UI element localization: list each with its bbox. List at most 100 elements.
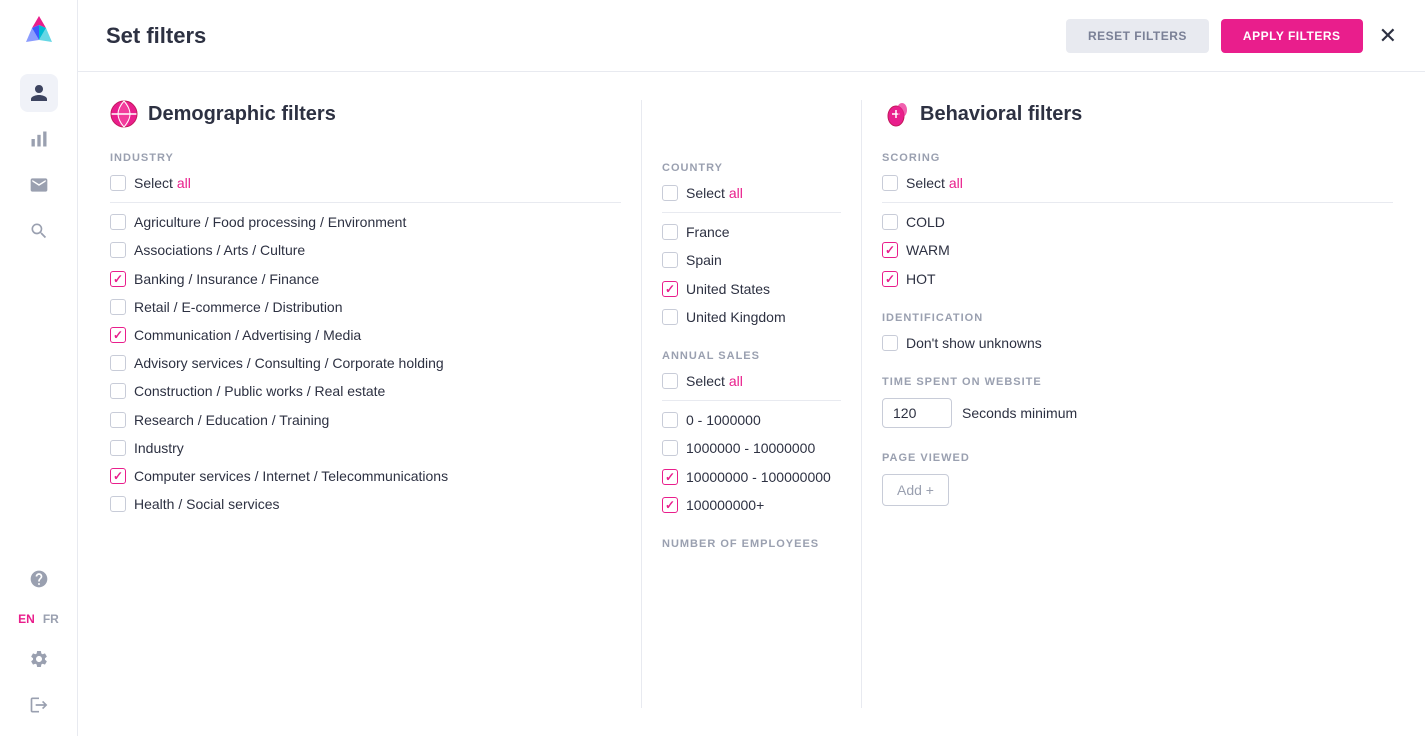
page-viewed-filter-group: PAGE VIEWED Add +: [882, 452, 1393, 506]
industry-checkbox-9[interactable]: [110, 468, 126, 484]
industry-item-10[interactable]: Health / Social services: [110, 495, 621, 513]
sidebar: EN FR: [0, 0, 78, 736]
scoring-checkbox-2[interactable]: [882, 271, 898, 287]
page-title: Set filters: [106, 23, 1066, 49]
country-select-all-checkbox[interactable]: [662, 185, 678, 201]
behavioral-title: Behavioral filters: [920, 103, 1082, 126]
scoring-item-0[interactable]: COLD: [882, 213, 1393, 231]
annual-sales-select-all-checkbox[interactable]: [662, 373, 678, 389]
industry-select-all-checkbox[interactable]: [110, 175, 126, 191]
industry-item-8[interactable]: Industry: [110, 439, 621, 457]
behavioral-header: Behavioral filters: [882, 100, 1393, 128]
identification-item-0[interactable]: Don't show unknowns: [882, 334, 1393, 352]
industry-checkbox-4[interactable]: [110, 327, 126, 343]
annual-sales-checkbox-3[interactable]: [662, 497, 678, 513]
industry-item-1[interactable]: Associations / Arts / Culture: [110, 241, 621, 259]
scoring-select-all-checkbox[interactable]: [882, 175, 898, 191]
annual-sales-checkbox-0[interactable]: [662, 412, 678, 428]
industry-item-2[interactable]: Banking / Insurance / Finance: [110, 270, 621, 288]
sidebar-item-help[interactable]: [20, 560, 58, 598]
annual-sales-item-0[interactable]: 0 - 1000000: [662, 411, 841, 429]
annual-sales-label: ANNUAL SALES: [662, 350, 841, 362]
language-switcher[interactable]: EN FR: [15, 610, 62, 628]
sidebar-item-settings[interactable]: [20, 640, 58, 678]
scoring-item-label-2: HOT: [906, 270, 936, 288]
sidebar-item-contact[interactable]: [20, 74, 58, 112]
sidebar-item-mail[interactable]: [20, 166, 58, 204]
industry-checkbox-2[interactable]: [110, 271, 126, 287]
industry-item-9[interactable]: Computer services / Internet / Telecommu…: [110, 467, 621, 485]
identification-label: IDENTIFICATION: [882, 312, 1393, 324]
industry-item-4[interactable]: Communication / Advertising / Media: [110, 326, 621, 344]
lang-en[interactable]: EN: [15, 610, 38, 628]
scoring-select-all[interactable]: Select all: [882, 174, 1393, 192]
industry-item-label-9: Computer services / Internet / Telecommu…: [134, 467, 448, 485]
country-item-0[interactable]: France: [662, 223, 841, 241]
industry-checkbox-6[interactable]: [110, 383, 126, 399]
industry-item-5[interactable]: Advisory services / Consulting / Corpora…: [110, 354, 621, 372]
annual-sales-checkbox-2[interactable]: [662, 469, 678, 485]
country-checkbox-0[interactable]: [662, 224, 678, 240]
country-select-all[interactable]: Select all: [662, 184, 841, 202]
time-spent-input[interactable]: [882, 398, 952, 428]
num-employees-label: NUMBER OF EMPLOYEES: [662, 538, 841, 550]
scoring-checkbox-0[interactable]: [882, 214, 898, 230]
scoring-item-2[interactable]: HOT: [882, 270, 1393, 288]
scoring-select-all-label: Select all: [906, 174, 963, 192]
annual-sales-item-label-2: 10000000 - 100000000: [686, 468, 831, 486]
industry-checkbox-5[interactable]: [110, 355, 126, 371]
page-viewed-add-button[interactable]: Add +: [882, 474, 949, 506]
industry-item-label-1: Associations / Arts / Culture: [134, 241, 305, 259]
scoring-checkbox-1[interactable]: [882, 242, 898, 258]
sidebar-item-logout[interactable]: [20, 686, 58, 724]
industry-checkbox-0[interactable]: [110, 214, 126, 230]
country-item-1[interactable]: Spain: [662, 251, 841, 269]
industry-item-3[interactable]: Retail / E-commerce / Distribution: [110, 298, 621, 316]
reset-filters-button[interactable]: RESET FILTERS: [1066, 19, 1209, 53]
sidebar-item-analytics[interactable]: [20, 120, 58, 158]
industry-checkbox-8[interactable]: [110, 440, 126, 456]
annual-sales-select-all[interactable]: Select all: [662, 372, 841, 390]
industry-checkbox-7[interactable]: [110, 412, 126, 428]
industry-item-label-2: Banking / Insurance / Finance: [134, 270, 319, 288]
country-item-2[interactable]: United States: [662, 280, 841, 298]
sidebar-item-search[interactable]: [20, 212, 58, 250]
scoring-label: SCORING: [882, 152, 1393, 164]
annual-sales-item-3[interactable]: 100000000+: [662, 496, 841, 514]
industry-item-6[interactable]: Construction / Public works / Real estat…: [110, 382, 621, 400]
scoring-item-1[interactable]: WARM: [882, 241, 1393, 259]
industry-checkbox-3[interactable]: [110, 299, 126, 315]
apply-filters-button[interactable]: APPLY FILTERS: [1221, 19, 1363, 53]
annual-sales-select-all-label: Select all: [686, 372, 743, 390]
app-logo[interactable]: [18, 12, 60, 54]
main-panel: Set filters RESET FILTERS APPLY FILTERS …: [78, 0, 1425, 736]
identification-checkbox-0[interactable]: [882, 335, 898, 351]
country-item-label-1: Spain: [686, 251, 722, 269]
country-checkbox-1[interactable]: [662, 252, 678, 268]
behavioral-section: Behavioral filters SCORING Select all CO…: [861, 100, 1393, 708]
annual-sales-item-2[interactable]: 10000000 - 100000000: [662, 468, 841, 486]
country-checkbox-3[interactable]: [662, 309, 678, 325]
country-checkbox-2[interactable]: [662, 281, 678, 297]
time-spent-label: TIME SPENT ON WEBSITE: [882, 376, 1393, 388]
industry-item-label-3: Retail / E-commerce / Distribution: [134, 298, 343, 316]
country-select-all-label: Select all: [686, 184, 743, 202]
annual-sales-item-1[interactable]: 1000000 - 10000000: [662, 439, 841, 457]
industry-item-0[interactable]: Agriculture / Food processing / Environm…: [110, 213, 621, 231]
industry-select-all[interactable]: Select all: [110, 174, 621, 192]
country-section: COUNTRY Select all France Spain United S…: [641, 100, 861, 708]
country-item-label-0: France: [686, 223, 730, 241]
time-spent-suffix: Seconds minimum: [962, 405, 1077, 421]
industry-checkbox-10[interactable]: [110, 496, 126, 512]
lang-fr[interactable]: FR: [40, 610, 62, 628]
industry-checkbox-1[interactable]: [110, 242, 126, 258]
country-filter-group: COUNTRY Select all France Spain United S…: [662, 162, 841, 326]
country-label: COUNTRY: [662, 162, 841, 174]
industry-item-7[interactable]: Research / Education / Training: [110, 411, 621, 429]
num-employees-filter-group: NUMBER OF EMPLOYEES: [662, 538, 841, 550]
country-item-3[interactable]: United Kingdom: [662, 308, 841, 326]
close-button[interactable]: ✕: [1379, 25, 1397, 47]
scoring-item-label-0: COLD: [906, 213, 945, 231]
filter-content: Demographic filters INDUSTRY Select all …: [78, 72, 1425, 736]
annual-sales-checkbox-1[interactable]: [662, 440, 678, 456]
